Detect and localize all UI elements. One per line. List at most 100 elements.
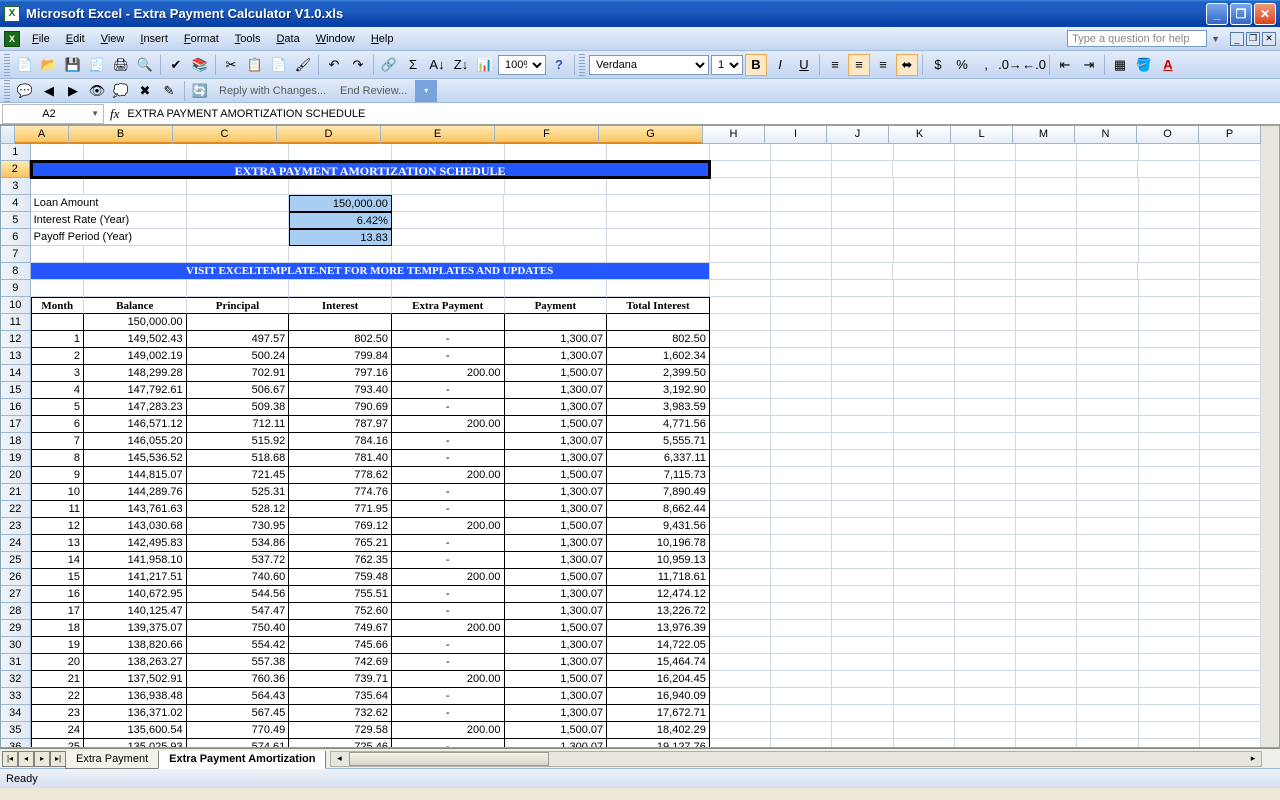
- empty-cell[interactable]: [1077, 450, 1138, 467]
- cell-interest-6[interactable]: 787.97: [289, 416, 392, 433]
- empty-cell[interactable]: [955, 569, 1016, 586]
- cell-E6[interactable]: [392, 229, 505, 246]
- redo-icon[interactable]: ↷: [347, 54, 369, 76]
- cell-payment-16[interactable]: 1,300.07: [505, 586, 608, 603]
- menu-file[interactable]: File: [24, 30, 58, 48]
- cell-balance-7[interactable]: 146,055.20: [84, 433, 187, 450]
- cell-principal-16[interactable]: 544.56: [187, 586, 290, 603]
- empty-cell[interactable]: [1016, 382, 1077, 399]
- cell-month-10[interactable]: 10: [31, 484, 84, 501]
- empty-cell[interactable]: [771, 705, 832, 722]
- empty-cell[interactable]: [771, 484, 832, 501]
- empty-cell[interactable]: [1139, 246, 1200, 263]
- row-header-23[interactable]: 23: [1, 518, 31, 535]
- empty-cell[interactable]: [955, 620, 1016, 637]
- empty-cell[interactable]: [832, 586, 893, 603]
- bold-button[interactable]: B: [745, 54, 767, 76]
- empty-cell[interactable]: [1077, 280, 1138, 297]
- row-header-25[interactable]: 25: [1, 552, 31, 569]
- empty-cell[interactable]: [710, 484, 771, 501]
- empty-cell[interactable]: [1200, 450, 1261, 467]
- cell-E11[interactable]: [392, 314, 505, 331]
- empty-cell[interactable]: [894, 501, 955, 518]
- cell-balance-11[interactable]: 143,761.63: [84, 501, 187, 518]
- empty-cell[interactable]: [710, 297, 771, 314]
- empty-cell[interactable]: [1200, 229, 1261, 246]
- empty-cell[interactable]: [894, 722, 955, 739]
- empty-cell[interactable]: [771, 195, 832, 212]
- table-header-payment[interactable]: Payment: [505, 297, 608, 314]
- empty-cell[interactable]: [955, 552, 1016, 569]
- empty-cell[interactable]: [771, 178, 832, 195]
- cell-principal-9[interactable]: 721.45: [187, 467, 290, 484]
- empty-cell[interactable]: [1016, 722, 1077, 739]
- empty-cell[interactable]: [1077, 229, 1138, 246]
- cell-interest-13[interactable]: 765.21: [289, 535, 392, 552]
- cell-balance-3[interactable]: 148,299.28: [84, 365, 187, 382]
- empty-cell[interactable]: [1016, 637, 1077, 654]
- cell-month-22[interactable]: 22: [31, 688, 84, 705]
- empty-cell[interactable]: [1077, 314, 1138, 331]
- cell-E7[interactable]: [392, 246, 505, 263]
- empty-cell[interactable]: [894, 314, 955, 331]
- cell-F11[interactable]: [505, 314, 608, 331]
- empty-cell[interactable]: [1139, 722, 1200, 739]
- help-dropdown-icon[interactable]: ▼: [1211, 34, 1220, 44]
- rate-value[interactable]: 6.42%: [289, 212, 392, 229]
- name-box-dropdown-icon[interactable]: ▼: [91, 109, 99, 118]
- empty-cell[interactable]: [1139, 382, 1200, 399]
- empty-cell[interactable]: [710, 280, 771, 297]
- cell-extra-1[interactable]: -: [392, 331, 505, 348]
- empty-cell[interactable]: [710, 620, 771, 637]
- empty-cell[interactable]: [955, 280, 1016, 297]
- row-header-7[interactable]: 7: [1, 246, 31, 263]
- cell-extra-11[interactable]: -: [392, 501, 505, 518]
- empty-cell[interactable]: [955, 314, 1016, 331]
- cell-F6[interactable]: [504, 229, 607, 246]
- empty-cell[interactable]: [832, 263, 893, 280]
- empty-cell[interactable]: [955, 722, 1016, 739]
- empty-cell[interactable]: [832, 229, 893, 246]
- cell-total-interest-11[interactable]: 8,662.44: [607, 501, 710, 518]
- empty-cell[interactable]: [1200, 637, 1261, 654]
- empty-cell[interactable]: [894, 705, 955, 722]
- empty-cell[interactable]: [1016, 297, 1077, 314]
- row-header-21[interactable]: 21: [1, 484, 31, 501]
- empty-cell[interactable]: [1139, 399, 1200, 416]
- cell-total-interest-3[interactable]: 2,399.50: [607, 365, 710, 382]
- cell-total-interest-13[interactable]: 10,196.78: [607, 535, 710, 552]
- empty-cell[interactable]: [1077, 433, 1138, 450]
- empty-cell[interactable]: [955, 416, 1016, 433]
- empty-cell[interactable]: [771, 263, 832, 280]
- cell-principal-8[interactable]: 518.68: [187, 450, 290, 467]
- cell-total-interest-15[interactable]: 11,718.61: [607, 569, 710, 586]
- cell-B3[interactable]: [84, 178, 187, 195]
- empty-cell[interactable]: [893, 263, 954, 280]
- empty-cell[interactable]: [1016, 484, 1077, 501]
- empty-cell[interactable]: [1016, 603, 1077, 620]
- empty-cell[interactable]: [1139, 416, 1200, 433]
- empty-cell[interactable]: [955, 263, 1016, 280]
- empty-cell[interactable]: [1016, 569, 1077, 586]
- cell-month-20[interactable]: 20: [31, 654, 84, 671]
- empty-cell[interactable]: [771, 314, 832, 331]
- column-header-G[interactable]: G: [599, 126, 703, 144]
- cell-total-interest-1[interactable]: 802.50: [607, 331, 710, 348]
- empty-cell[interactable]: [955, 739, 1016, 747]
- undo-icon[interactable]: ↶: [323, 54, 345, 76]
- empty-cell[interactable]: [710, 229, 771, 246]
- cell-payment-5[interactable]: 1,300.07: [505, 399, 608, 416]
- column-header-F[interactable]: F: [495, 126, 599, 144]
- save-icon[interactable]: 💾: [62, 54, 84, 76]
- row-header-1[interactable]: 1: [1, 144, 31, 161]
- row-header-30[interactable]: 30: [1, 637, 31, 654]
- cell-payment-8[interactable]: 1,300.07: [505, 450, 608, 467]
- empty-cell[interactable]: [1200, 722, 1261, 739]
- row-header-18[interactable]: 18: [1, 433, 31, 450]
- cell-D1[interactable]: [289, 144, 392, 161]
- empty-cell[interactable]: [1200, 654, 1261, 671]
- cell-interest-9[interactable]: 778.62: [289, 467, 392, 484]
- cell-month-14[interactable]: 14: [31, 552, 84, 569]
- empty-cell[interactable]: [832, 467, 893, 484]
- cell-balance-15[interactable]: 141,217.51: [84, 569, 187, 586]
